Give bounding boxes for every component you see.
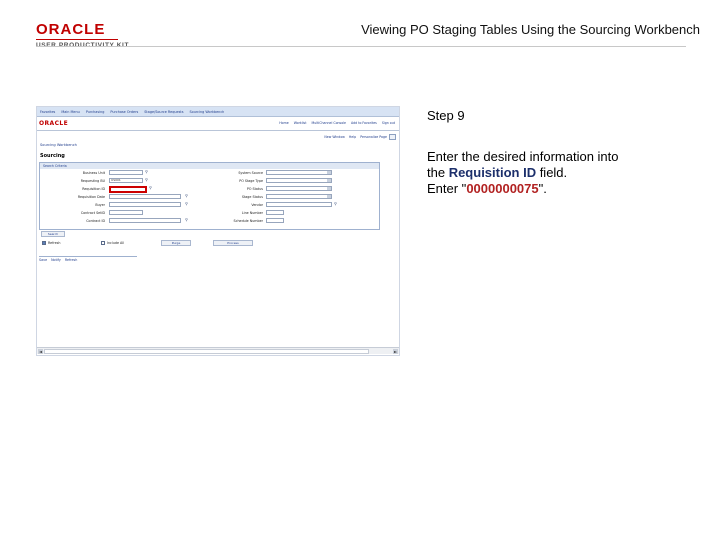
stage-status-label: Stage Status (241, 195, 263, 199)
instruction-line-3: Enter "0000000075". (427, 181, 697, 197)
instruction-line-1: Enter the desired information into (427, 149, 619, 164)
schedule-number-label: Schedule Number (233, 219, 263, 223)
component-title: Sourcing Workbench (40, 143, 77, 147)
requisition-date-input[interactable] (109, 194, 181, 199)
menu-add-favorites[interactable]: Add to Favorites (351, 121, 377, 125)
buyer-label: Buyer (95, 203, 105, 207)
vendor-input[interactable] (266, 202, 332, 207)
calendar-icon[interactable]: ⚲ (185, 194, 188, 198)
nav-item[interactable]: Purchasing (83, 107, 108, 114)
instruction-text: field. (536, 165, 568, 180)
app-screenshot: Favorites Main Menu Purchasing Purchase Ord… (36, 106, 400, 356)
page-title: Viewing PO Staging Tables Using the Sour… (361, 22, 700, 37)
instruction-text: the (427, 165, 449, 180)
scroll-right-icon[interactable]: ► (393, 349, 398, 354)
po-stage-type-select[interactable] (266, 178, 332, 183)
nav-item[interactable]: Stage/Source Requests (141, 107, 186, 114)
lookup-icon[interactable]: ⚲ (185, 202, 188, 206)
instruction-line-2: the Requisition ID field. (427, 165, 697, 181)
nav-item[interactable]: Favorites (37, 107, 58, 114)
requisition-id-label: Requisition ID (82, 187, 105, 191)
menu-home[interactable]: Home (279, 121, 288, 125)
nav-item[interactable]: Main Menu (58, 107, 82, 114)
menu-sign-out[interactable]: Sign out (382, 121, 395, 125)
http-icon[interactable] (389, 134, 396, 140)
po-stage-type-label: PO Stage Type (239, 179, 263, 183)
step-instructions: Enter the desired information into the R… (427, 149, 697, 197)
instruction-text: ". (538, 181, 547, 196)
lookup-icon[interactable]: ⚲ (149, 186, 152, 190)
lookup-icon[interactable]: ⚲ (145, 170, 148, 174)
line-number-input[interactable] (266, 210, 284, 215)
scroll-thumb[interactable] (44, 349, 369, 354)
system-source-select[interactable] (266, 170, 332, 175)
stage-status-select[interactable] (266, 194, 332, 199)
include-all-checkbox-label: Include All (107, 241, 125, 245)
requisition-id-input[interactable] (109, 186, 147, 193)
requesting-bu-input[interactable]: US001 (109, 178, 143, 183)
refresh-button[interactable]: Refresh (65, 258, 77, 262)
vendor-label: Vendor (251, 203, 263, 207)
app-menu: Home Worklist MultiChannel Console Add to F… (274, 121, 395, 125)
line-number-label: Line Number (241, 211, 263, 215)
contract-setid-input[interactable] (109, 210, 143, 215)
contract-setid-label: Contract SetID (80, 211, 105, 215)
save-button[interactable]: Save (39, 258, 47, 262)
link-new-window[interactable]: New Window (324, 135, 345, 139)
logo-brand: ORACLE (36, 21, 106, 38)
link-personalize[interactable]: Personalize Page (360, 135, 387, 139)
app-brand-logo: ORACLE (39, 120, 69, 127)
menu-worklist[interactable]: Worklist (294, 121, 307, 125)
refresh-checkbox-label: Refresh (48, 241, 61, 245)
logo-rule (36, 39, 118, 40)
lookup-icon[interactable]: ⚲ (334, 202, 337, 206)
link-help[interactable]: Help (349, 135, 356, 139)
po-status-label: PO Status (246, 187, 263, 191)
horizontal-scrollbar[interactable]: ◄ ► (37, 347, 399, 354)
lookup-icon[interactable]: ⚲ (185, 218, 188, 222)
contract-id-input[interactable] (109, 218, 181, 223)
requisition-date-label: Requisition Date (77, 195, 105, 199)
nav-item[interactable]: Purchase Orders (107, 107, 141, 114)
page-heading: Sourcing (40, 153, 65, 159)
notify-button[interactable]: Notify (51, 258, 61, 262)
lookup-icon[interactable]: ⚲ (145, 178, 148, 182)
menu-multichannel[interactable]: MultiChannel Console (311, 121, 346, 125)
page-toolbar: Save Notify Refresh (39, 258, 81, 265)
include-all-checkbox[interactable] (101, 241, 105, 245)
search-button[interactable]: Search (41, 231, 65, 237)
value-to-enter: 0000000075 (466, 181, 539, 196)
search-criteria-header[interactable]: Search Criteria (40, 163, 379, 169)
business-unit-input[interactable] (109, 170, 143, 175)
business-unit-label: Business Unit (82, 171, 105, 175)
refresh-checkbox[interactable] (42, 241, 46, 245)
app-header: ORACLE Home Worklist MultiChannel Console A… (37, 117, 399, 131)
po-status-select[interactable] (266, 186, 332, 191)
purge-button[interactable]: Purge (161, 240, 191, 246)
contract-id-label: Contract ID (86, 219, 105, 223)
upk-logo: ORACLE USER PRODUCTIVITY KIT (36, 22, 129, 49)
instruction-text: Enter " (427, 181, 467, 196)
nav-item[interactable]: Sourcing Workbench (186, 107, 227, 114)
step-number: Step 9 (427, 108, 465, 123)
system-source-label: System Source (238, 171, 263, 175)
schedule-number-input[interactable] (266, 218, 284, 223)
field-name: Requisition ID (448, 165, 537, 180)
scroll-left-icon[interactable]: ◄ (38, 349, 43, 354)
header-divider (36, 46, 686, 47)
page-links: New Window Help Personalize Page (320, 135, 387, 139)
separator (39, 256, 137, 257)
requesting-bu-label: Requesting BU (80, 179, 105, 183)
buyer-input[interactable] (109, 202, 181, 207)
process-button[interactable]: Process (213, 240, 253, 246)
nav-breadcrumb-bar: Favorites Main Menu Purchasing Purchase Ord… (37, 107, 399, 117)
